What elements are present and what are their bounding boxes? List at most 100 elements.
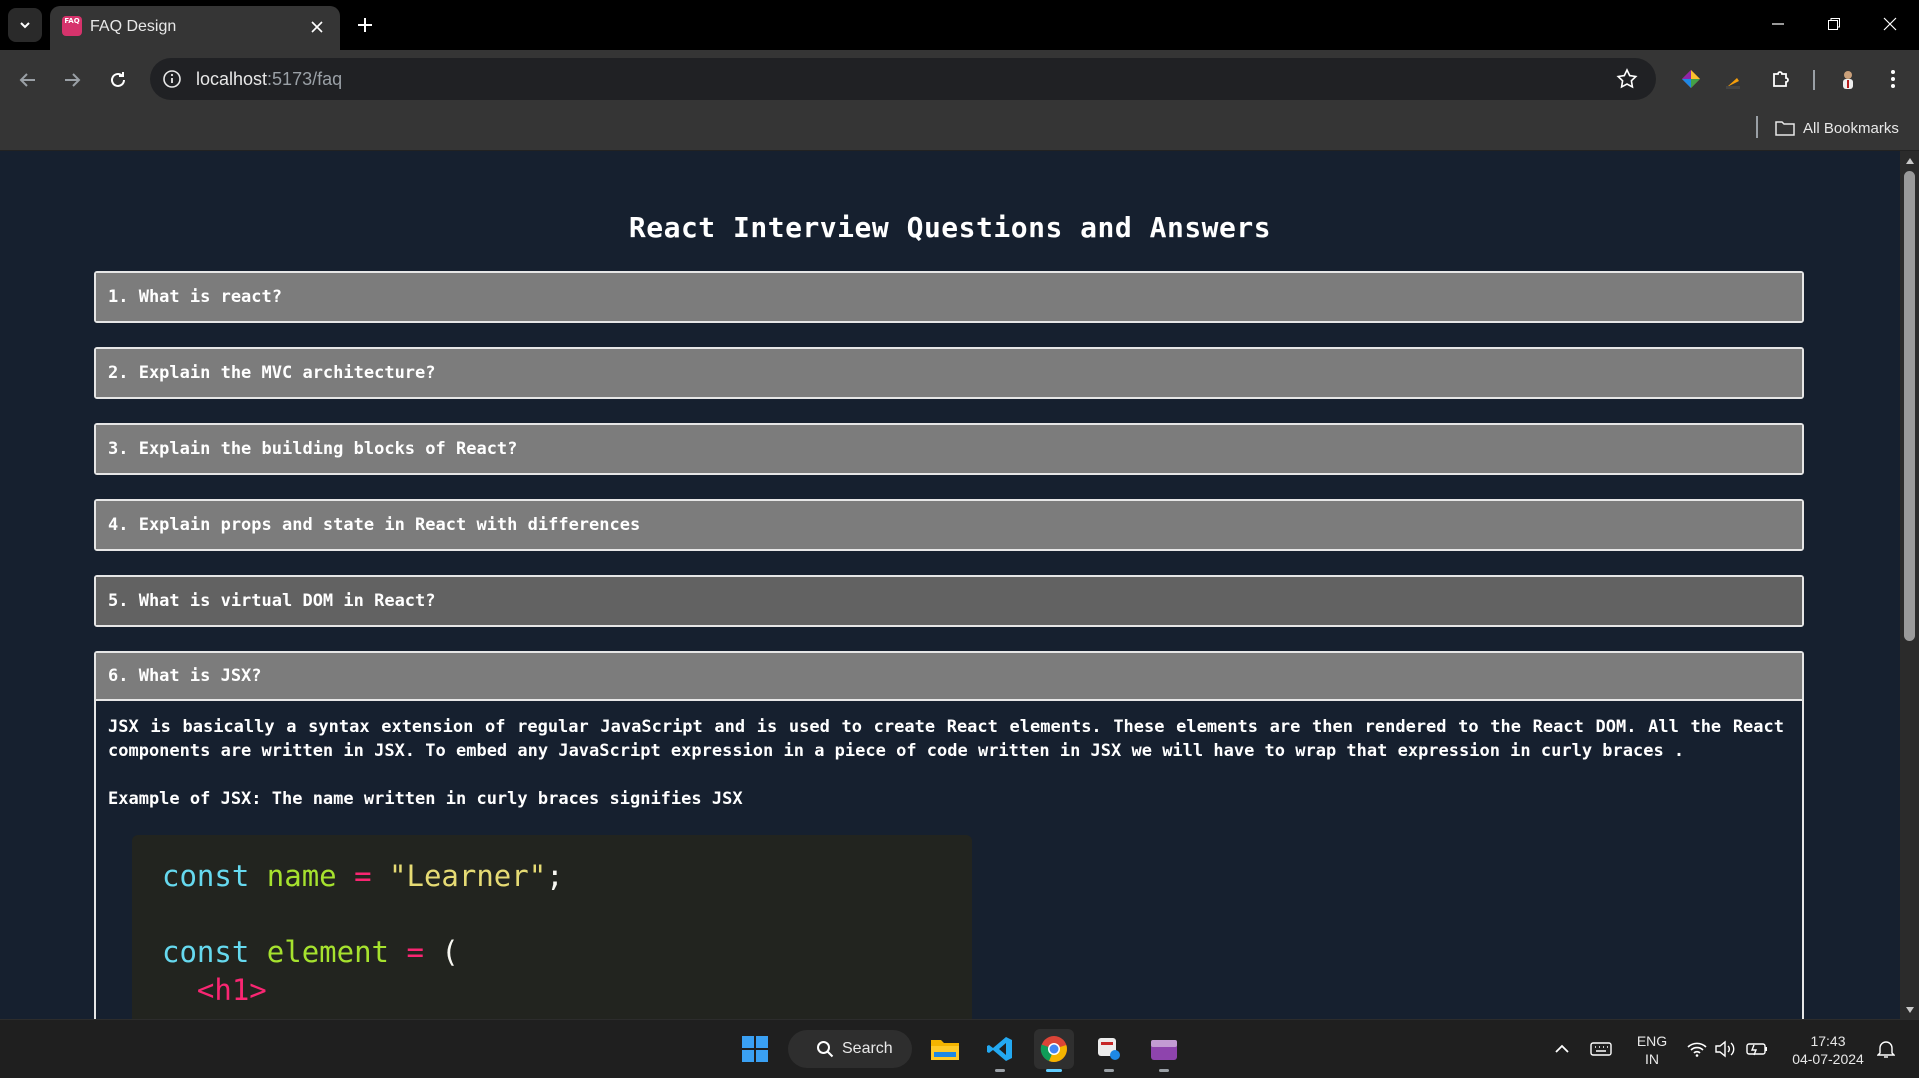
chrome-button[interactable]	[1034, 1029, 1074, 1072]
notification-bell-icon[interactable]	[1875, 1038, 1897, 1060]
faq-question[interactable]: 5. What is virtual DOM in React?	[96, 577, 1802, 625]
reload-button[interactable]	[104, 66, 132, 94]
language-indicator[interactable]: ENG IN	[1630, 1032, 1674, 1068]
extension-pen-icon[interactable]	[1722, 66, 1748, 92]
vscode-button[interactable]	[980, 1029, 1020, 1072]
close-icon	[1883, 17, 1897, 31]
code-keyword: const	[162, 859, 250, 893]
url-text: localhost:5173/faq	[196, 69, 342, 90]
menu-kebab-icon[interactable]	[1880, 66, 1906, 92]
tab-search-button[interactable]	[8, 8, 42, 42]
arrow-right-icon	[65, 73, 81, 87]
url-host: localhost	[196, 69, 268, 89]
running-indicator	[1104, 1069, 1114, 1072]
clock-date: 04-07-2024	[1792, 1051, 1864, 1067]
bookmarks-separator	[1756, 116, 1758, 138]
new-tab-button[interactable]	[352, 12, 378, 38]
answer-paragraph: JSX is basically a syntax extension of r…	[108, 717, 1784, 761]
faq-question[interactable]: 6. What is JSX?	[96, 653, 1802, 701]
faq-item[interactable]: 3. Explain the building blocks of React?	[94, 423, 1804, 475]
clock-time: 17:43	[1810, 1033, 1846, 1049]
tab-strip: FAQ FAQ Design	[0, 0, 1919, 50]
battery-icon[interactable]	[1746, 1038, 1768, 1060]
region-code: IN	[1645, 1051, 1659, 1067]
scroll-down-arrow-icon[interactable]	[1903, 1003, 1916, 1016]
close-icon	[311, 21, 323, 33]
code-line: <h1>	[162, 971, 942, 1009]
minimize-icon	[1772, 23, 1784, 25]
code-example-image: const name = "Learner"; const element = …	[132, 835, 972, 1019]
faq-answer: JSX is basically a syntax extension of r…	[96, 701, 1802, 1019]
restore-icon	[1828, 18, 1840, 30]
vscode-icon	[987, 1037, 1012, 1061]
code-line: const name = "Learner";	[162, 857, 942, 895]
active-indicator	[1046, 1069, 1062, 1072]
taskbar-search[interactable]: Search	[788, 1030, 912, 1068]
extension-color-icon[interactable]	[1678, 66, 1704, 92]
page-viewport: React Interview Questions and Answers 1.…	[0, 151, 1900, 1019]
search-icon	[817, 1041, 834, 1058]
bookmark-star-button[interactable]	[1616, 68, 1638, 90]
code-punctuation: ;	[546, 859, 564, 893]
faq-item[interactable]: 1. What is react?	[94, 271, 1804, 323]
code-tag: <h1>	[196, 973, 267, 1007]
running-indicator	[995, 1069, 1005, 1072]
back-button[interactable]	[14, 66, 42, 94]
scroll-up-arrow-icon[interactable]	[1903, 154, 1916, 167]
code-string: "Learner"	[389, 859, 547, 893]
code-punctuation: (	[441, 935, 459, 969]
search-label: Search	[842, 1040, 893, 1057]
browser-toolbar: localhost:5173/faq	[0, 50, 1919, 108]
faq-question[interactable]: 2. Explain the MVC architecture?	[96, 349, 1802, 397]
faq-question[interactable]: 4. Explain props and state in React with…	[96, 501, 1802, 549]
restore-button[interactable]	[1814, 8, 1854, 40]
code-variable: element	[266, 935, 389, 969]
minimize-button[interactable]	[1758, 8, 1798, 40]
language-code: ENG	[1636, 1033, 1668, 1049]
address-bar[interactable]: localhost:5173/faq	[150, 58, 1656, 100]
url-path: :5173/faq	[267, 69, 343, 89]
snipping-tool-button[interactable]	[1089, 1029, 1129, 1072]
scroll-thumb[interactable]	[1904, 171, 1915, 641]
reload-icon	[111, 72, 125, 87]
code-keyword: const	[162, 935, 250, 969]
tab-title: FAQ Design	[90, 18, 177, 35]
extensions-puzzle-icon[interactable]	[1768, 66, 1794, 92]
favicon-icon: FAQ	[62, 16, 82, 36]
wifi-icon[interactable]	[1686, 1038, 1708, 1060]
chevron-down-icon	[20, 22, 30, 29]
faq-question[interactable]: 1. What is react?	[96, 273, 1802, 321]
all-bookmarks-label: All Bookmarks	[1803, 119, 1899, 137]
close-window-button[interactable]	[1870, 8, 1910, 40]
code-line: const element = (	[162, 933, 942, 971]
faq-item[interactable]: 4. Explain props and state in React with…	[94, 499, 1804, 551]
profile-avatar[interactable]	[1835, 66, 1861, 92]
faq-item-hovered[interactable]: 5. What is virtual DOM in React?	[94, 575, 1804, 627]
chrome-icon	[1040, 1036, 1067, 1062]
clipchamp-button[interactable]	[1144, 1029, 1184, 1072]
plus-icon	[358, 18, 372, 32]
start-button[interactable]	[735, 1029, 775, 1069]
example-label: Example of JSX: The name written in curl…	[108, 789, 743, 809]
all-bookmarks-button[interactable]: All Bookmarks	[1775, 116, 1899, 140]
clock[interactable]: 17:43 04-07-2024	[1780, 1032, 1876, 1068]
running-indicator	[1159, 1069, 1169, 1072]
snipping-tool-icon	[1098, 1038, 1120, 1060]
arrow-left-icon	[19, 73, 35, 87]
keyboard-icon[interactable]	[1590, 1038, 1612, 1060]
forward-button[interactable]	[58, 66, 86, 94]
browser-tab[interactable]: FAQ FAQ Design	[50, 6, 340, 50]
faq-item[interactable]: 2. Explain the MVC architecture?	[94, 347, 1804, 399]
faq-question[interactable]: 3. Explain the building blocks of React?	[96, 425, 1802, 473]
faq-item-open[interactable]: 6. What is JSX? JSX is basically a synta…	[94, 651, 1804, 1019]
volume-icon[interactable]	[1714, 1038, 1736, 1060]
folder-icon	[931, 1040, 959, 1060]
code-operator: =	[406, 935, 424, 969]
file-explorer-button[interactable]	[925, 1029, 965, 1069]
site-info-icon[interactable]	[162, 69, 182, 89]
bookmarks-bar: All Bookmarks	[0, 108, 1919, 151]
chevron-up-icon[interactable]	[1551, 1038, 1573, 1060]
page-scrollbar[interactable]	[1900, 151, 1919, 1019]
tab-close-button[interactable]	[306, 16, 328, 38]
